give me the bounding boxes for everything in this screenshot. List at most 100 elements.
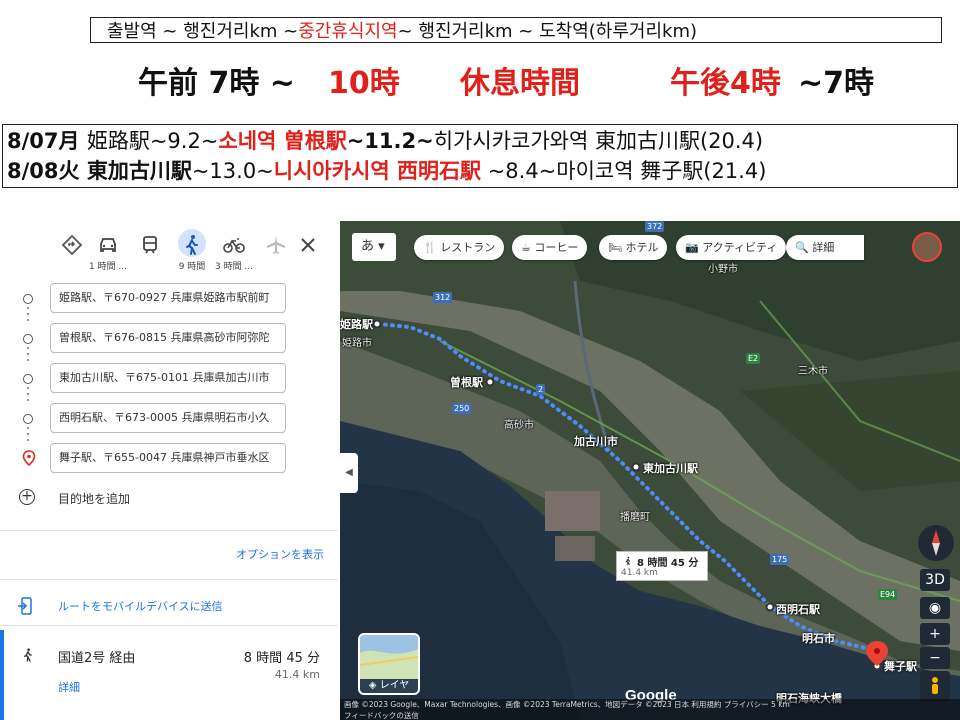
plan-date: 8/07月 [7,129,87,153]
mode-walk[interactable]: 9 時間 [170,229,214,281]
stop-connector [27,347,29,365]
time-rest: 休息時間 [460,66,580,101]
plus-circle-icon: + [19,489,35,505]
divider [0,625,337,626]
send-to-device-label: ルートをモバイルデバイスに送信 [58,600,223,613]
plan-to: 히가시카코가와역 東加古川駅 [433,129,700,153]
place-sone-station[interactable]: 曽根駅 [450,374,483,390]
stop-input-4[interactable]: 西明石駅、〒673-0005 兵庫県明石市小久 [50,403,286,433]
route-tooltip[interactable]: 8 時間 45 分 41.4 km [616,551,708,581]
map-footer: 画像 ©2023 Google、Maxar Technologies、画像 ©2… [340,699,960,720]
place-miki-city: 三木市 [798,366,828,377]
mode-walk-time: 9 時間 [178,262,206,272]
travel-modes: 1 時間 ... 9 時間 3 時間 ... [50,229,330,281]
time-pm: 午後4時 [670,66,781,101]
compass-button[interactable] [918,525,954,561]
stop-dot [23,334,33,344]
mode-bike-time: 3 時間 ... [214,262,254,272]
place-nishiakashi-station[interactable]: 西明石駅 [776,601,820,617]
time-end: ~7時 [798,66,875,101]
stop-input-2[interactable]: 曽根駅、〒676-0815 兵庫県高砂市阿弥陀 [50,323,286,353]
directions-panel: 1 時間 ... 9 時間 3 時間 ... 姫路駅、〒670-0927 兵庫県… [0,221,337,720]
place-maiko-station[interactable]: 舞子駅 [884,658,917,674]
mode-car[interactable]: 1 時間 ... [86,231,130,281]
car-icon [100,238,116,252]
mode-bike[interactable]: 3 時間 ... [212,231,256,281]
zoom-out-button[interactable]: − [920,647,950,669]
plan-to: 마이코역 舞子駅 [556,159,704,183]
3d-button[interactable]: 3D [920,569,950,591]
diamond-route-icon [61,234,83,256]
place-himeji-city: 姫路市 [342,338,372,349]
route-details-link[interactable]: 詳細 [58,679,80,695]
location-target-icon: ◉ [928,600,942,616]
close-icon [301,238,315,252]
layers-text: レイヤ [379,680,410,691]
layers-icon: ◈ [368,680,377,691]
pegman-icon [932,677,938,694]
divider [0,530,337,531]
pegman-button[interactable] [920,671,950,701]
place-ono-city: 小野市 [708,264,738,275]
route-time: 8 時間 45 分 [243,651,320,666]
send-to-device[interactable]: ルートをモバイルデバイスに送信 [18,597,223,618]
close-button[interactable] [286,231,330,281]
zoom-in-button[interactable]: + [920,623,950,645]
walk-icon [186,235,198,255]
plan-dist2: ~8.4~ [481,159,557,183]
place-akashi-city: 明石市 [802,632,835,645]
tooltip-time: 8 時間 45 分 [637,558,699,569]
walk-icon [23,648,32,662]
add-destination-label: 目的地を追加 [58,492,131,506]
stop-connector [27,427,29,445]
map-attribution[interactable]: 画像 ©2023 Google、Maxar Technologies、画像 ©2… [344,699,960,710]
legend-text-a: 출발역 ~ 행진거리km ~ [107,21,299,42]
walk-icon [625,556,631,565]
tooltip-distance: 41.4 km [621,568,658,578]
plan-dist2: ~11.2~ [346,129,434,153]
route-via: 国道2号 経由 [58,651,136,666]
plan-from: 東加古川駅 [86,159,192,183]
stop-dot [23,294,33,304]
show-options-link[interactable]: オプションを表示 [236,546,324,562]
plan-dist1: ~9.2~ [149,129,219,153]
place-himeji-station[interactable]: 姫路駅 [340,316,373,332]
place-kakogawa-city: 加古川市 [574,435,618,448]
plan-line-day2: 8/08火 東加古川駅~13.0~니시아카시역 西明石駅 ~8.4~마이코역 舞… [7,156,953,186]
legend-text-rest: 중간휴식지역 [298,21,398,42]
divider [0,579,337,580]
bicycle-icon [223,238,245,253]
time-mid: 10時 [328,66,400,101]
route-option[interactable]: 国道2号 経由 8 時間 45 分 41.4 km 詳細 [0,630,337,720]
stop-input-3[interactable]: 東加古川駅、〒675-0101 兵庫県加古川市 [50,363,286,393]
plan-total: (20.4) [699,129,764,153]
legend-box: 출발역 ~ 행진거리km ~ 중간휴식지역 ~ 행진거리km ~ 도착역(하루거… [90,17,942,43]
plan-mid: 소네역 曽根駅 [218,129,347,153]
my-location-button[interactable]: ◉ [920,597,950,619]
airplane-icon [267,236,285,254]
plan-date: 8/08火 [7,159,87,183]
place-harima: 播磨町 [620,512,650,523]
train-icon [143,236,157,254]
plan-dist1: ~13.0~ [191,159,274,183]
stop-connector [27,307,29,325]
layers-thumbnail [360,635,418,679]
plan-mid: 니시아카시역 西明石駅 [273,159,482,183]
plan-from: 姫路駅 [86,129,150,153]
feedback-link[interactable]: フィードバックの送信 [344,710,960,720]
destination-pin-icon [22,450,36,466]
layers-button[interactable]: ◈ レイヤ [358,633,420,695]
stop-input-1[interactable]: 姫路駅、〒670-0927 兵庫県姫路市駅前町 [50,283,286,313]
stop-dot [23,414,33,424]
stop-dot [23,374,33,384]
place-higashikakogawa-station[interactable]: 東加古川駅 [643,460,698,476]
plan-total: (21.4) [703,159,767,183]
mode-transit[interactable] [128,231,172,281]
map-view[interactable]: あ ▾ 🍴 レストラン ☕ コーヒー 🛏 ホテル 📷 アクティビティ 🔍 詳細 … [340,221,960,720]
layers-label: ◈ レイヤ [360,679,418,693]
phone-send-icon [18,597,32,615]
stop-input-5[interactable]: 舞子駅、〒655-0047 兵庫県神戸市垂水区 [50,443,286,473]
stop-connector [27,387,29,405]
time-schedule: 午前 7時 ~ 10時 休息時間 午後4時 ~7時 [138,58,938,102]
place-takasago-city: 高砂市 [504,420,534,431]
